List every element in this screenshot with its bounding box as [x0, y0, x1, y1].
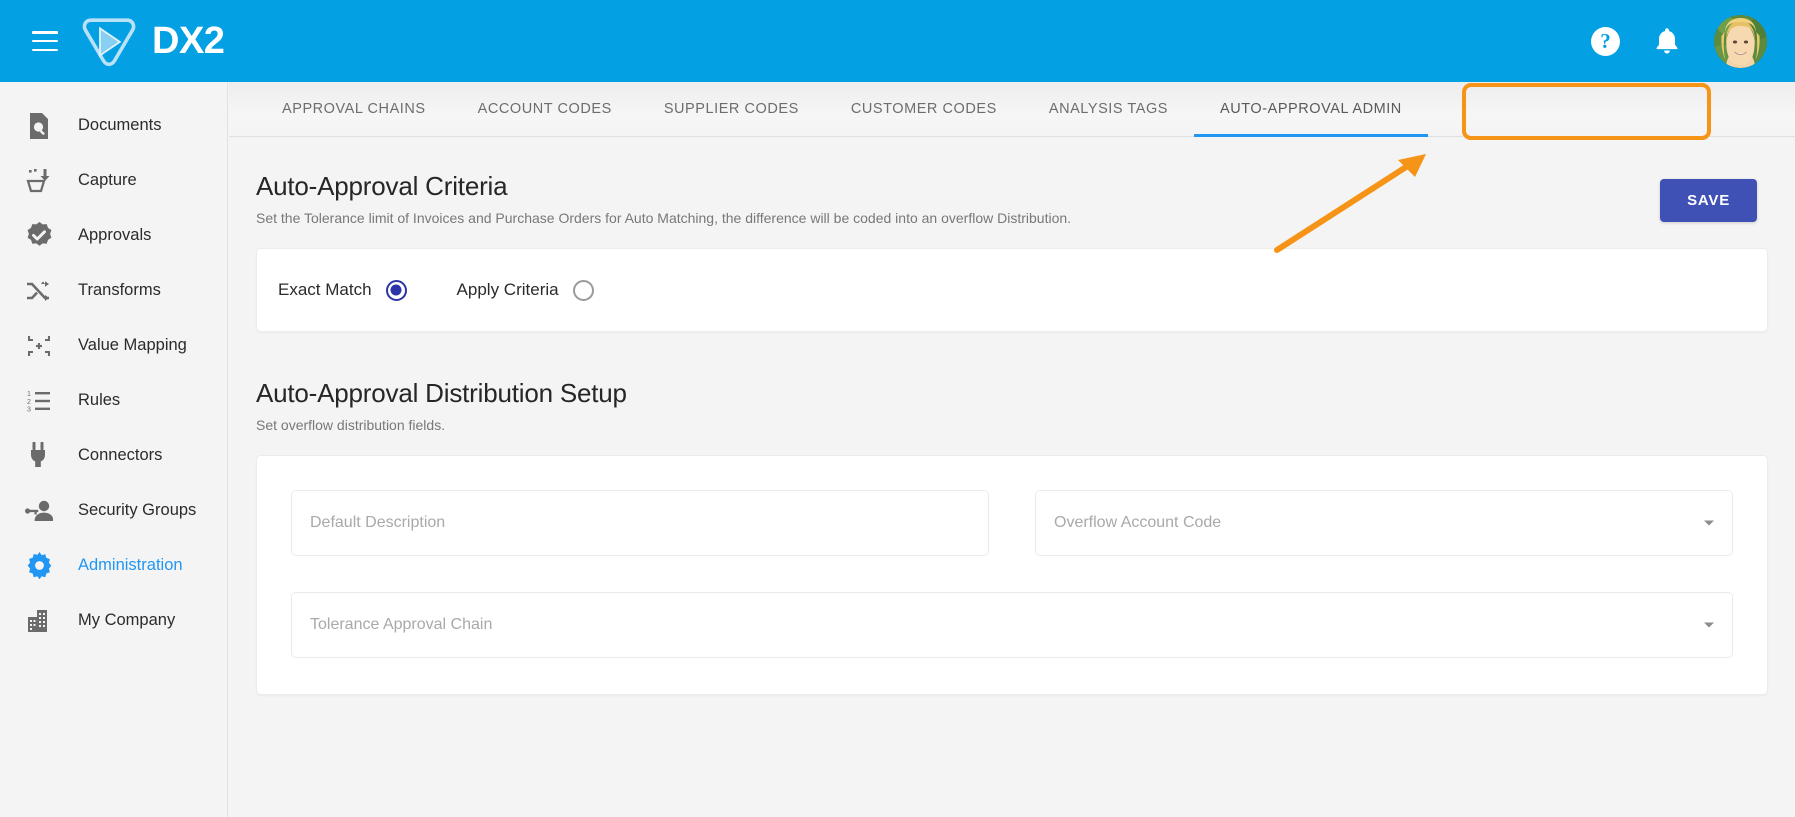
radio-option-apply-criteria[interactable]: Apply Criteria	[456, 279, 594, 301]
sidebar-item-label: My Company	[78, 611, 176, 629]
sidebar-item-label: Value Mapping	[78, 336, 187, 354]
sidebar-item-label: Documents	[78, 116, 162, 134]
sidebar-item-value-mapping[interactable]: Value Mapping	[0, 318, 227, 373]
brand-logo[interactable]: DX2	[80, 13, 225, 69]
default-description-input[interactable]: Default Description	[291, 490, 989, 556]
field-row-1: Default Description Overflow Account Cod…	[291, 490, 1733, 556]
sidebar-item-label: Approvals	[78, 226, 152, 244]
user-avatar[interactable]	[1714, 14, 1767, 68]
dx2-logo-icon	[82, 18, 136, 67]
radio-button-apply-criteria[interactable]	[572, 279, 594, 301]
match-mode-radio-group: Exact Match Apply Criteria	[278, 279, 594, 301]
sidebar-item-capture[interactable]: Capture	[0, 153, 227, 208]
sidebar-item-rules[interactable]: 123 Rules	[0, 373, 227, 428]
sidebar-item-my-company[interactable]: My Company	[0, 593, 227, 648]
criteria-subtitle: Set the Tolerance limit of Invoices and …	[256, 210, 1072, 226]
document-search-icon	[22, 109, 56, 143]
svg-text:2: 2	[27, 399, 31, 406]
tab-auto-approval-admin[interactable]: AUTO-APPROVAL ADMIN	[1194, 82, 1428, 137]
svg-text:3: 3	[27, 406, 31, 412]
sidebar-item-label: Connectors	[78, 446, 163, 464]
save-button[interactable]: SAVE	[1660, 179, 1757, 222]
avatar-photo	[1714, 14, 1767, 68]
distribution-fields-card: Default Description Overflow Account Cod…	[256, 455, 1768, 695]
page-title: Auto-Approval Criteria	[256, 171, 508, 201]
help-icon[interactable]: ?	[1591, 26, 1620, 56]
header-actions: ?	[1591, 14, 1767, 68]
field-placeholder: Default Description	[310, 514, 446, 531]
sidebar-item-label: Rules	[78, 391, 121, 409]
annotation-highlight-box	[1462, 83, 1711, 140]
bell-icon[interactable]	[1654, 26, 1680, 56]
criteria-header: Auto-Approval Criteria Set the Tolerance…	[229, 137, 1795, 226]
chevron-down-icon[interactable]	[1704, 622, 1714, 628]
tab-account-codes[interactable]: ACCOUNT CODES	[452, 82, 638, 137]
verified-check-icon	[22, 219, 56, 253]
gear-icon	[22, 549, 56, 583]
radio-button-exact-match[interactable]	[385, 279, 407, 301]
shuffle-icon	[22, 274, 56, 308]
distribution-subtitle: Set overflow distribution fields.	[256, 417, 446, 433]
tab-analysis-tags[interactable]: ANALYSIS TAGS	[1023, 82, 1194, 137]
top-header-bar: DX2 ?	[0, 0, 1795, 82]
tab-approval-chains[interactable]: APPROVAL CHAINS	[256, 82, 452, 137]
radio-label: Exact Match	[278, 280, 372, 299]
chevron-down-icon[interactable]	[1704, 520, 1714, 526]
sidebar-item-label: Capture	[78, 171, 137, 189]
collapse-arrows-icon	[22, 329, 56, 363]
main-content: APPROVAL CHAINS ACCOUNT CODES SUPPLIER C…	[229, 82, 1795, 817]
distribution-header: Auto-Approval Distribution Setup Set ove…	[229, 332, 1795, 433]
sidebar-item-approvals[interactable]: Approvals	[0, 208, 227, 263]
hamburger-menu-icon[interactable]	[32, 31, 58, 51]
sidebar-item-label: Transforms	[78, 281, 161, 299]
radio-label: Apply Criteria	[456, 280, 559, 299]
power-plug-icon	[22, 439, 56, 473]
tab-customer-codes[interactable]: CUSTOMER CODES	[825, 82, 1023, 137]
sidebar-item-administration[interactable]: Administration	[0, 538, 227, 593]
distribution-title: Auto-Approval Distribution Setup	[256, 378, 627, 408]
sidebar-item-connectors[interactable]: Connectors	[0, 428, 227, 483]
sidebar-nav: Documents Capture Approvals Transforms V	[0, 82, 228, 817]
sidebar-item-transforms[interactable]: Transforms	[0, 263, 227, 318]
sidebar-item-documents[interactable]: Documents	[0, 98, 227, 153]
radio-option-exact-match[interactable]: Exact Match	[278, 279, 407, 301]
sidebar-item-label: Administration	[78, 556, 183, 574]
field-placeholder: Overflow Account Code	[1054, 514, 1222, 531]
building-icon	[22, 604, 56, 638]
settings-tabbar: APPROVAL CHAINS ACCOUNT CODES SUPPLIER C…	[229, 82, 1795, 253]
svg-text:1: 1	[27, 391, 31, 398]
brand-name: DX2	[152, 20, 225, 62]
sidebar-item-security-groups[interactable]: Security Groups	[0, 483, 227, 538]
app-root: DX2 ? Documents Capture Approvals Transf…	[0, 0, 1795, 817]
tolerance-approval-chain-select[interactable]: Tolerance Approval Chain	[291, 592, 1733, 658]
tab-supplier-codes[interactable]: SUPPLIER CODES	[638, 82, 825, 137]
numbered-list-icon: 123	[22, 384, 56, 418]
sidebar-item-label: Security Groups	[78, 501, 197, 519]
overflow-account-code-select[interactable]: Overflow Account Code	[1035, 490, 1733, 556]
key-user-icon	[22, 494, 56, 528]
match-mode-card: Exact Match Apply Criteria	[256, 248, 1768, 332]
field-placeholder: Tolerance Approval Chain	[310, 616, 493, 633]
capture-inbox-icon	[22, 164, 56, 198]
